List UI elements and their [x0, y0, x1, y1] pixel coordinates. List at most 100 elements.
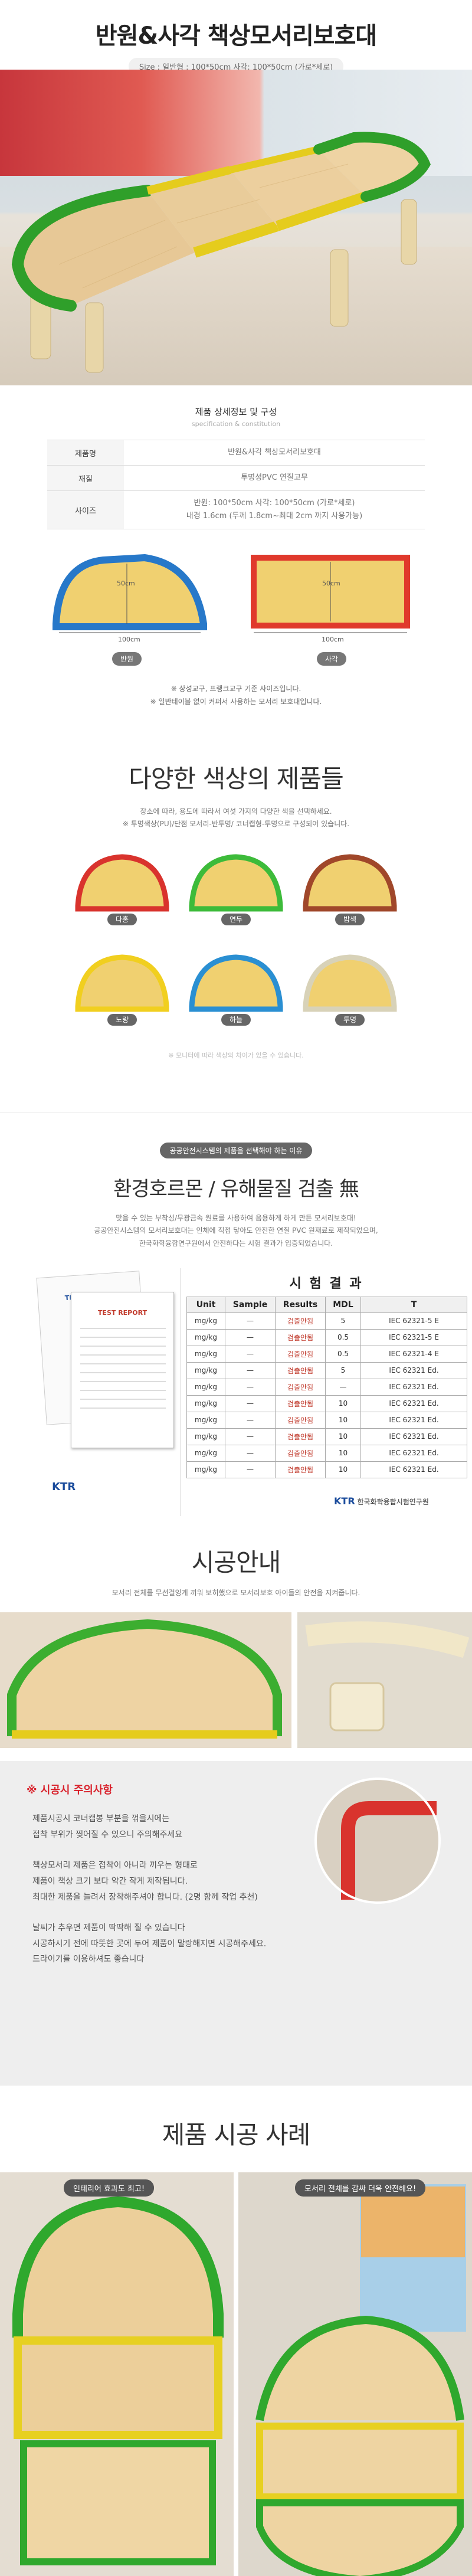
cell: 검출안됨	[275, 1444, 326, 1462]
case-caption-right: 모서리 전체를 감싸 더욱 안전해요!	[295, 2179, 426, 2197]
table-row: mg/kg — 검출안됨 10 IEC 62321 Ed.	[186, 1428, 467, 1445]
table-row: mg/kg — 검출안됨 0.5 IEC 62321-5 E	[186, 1328, 467, 1346]
spec-value: 반원: 100*50cm 사각: 100*50cm (가로*세로) 내경 1.6…	[124, 490, 425, 530]
cell: —	[225, 1378, 276, 1396]
hero-photo	[0, 70, 472, 385]
case-caption-left: 인테리어 효과도 최고!	[64, 2179, 155, 2197]
column-header: MDL	[325, 1296, 361, 1313]
color-label: 다홍	[107, 913, 137, 925]
spec-table: 제품명 반원&사각 책상모서리보호대 재질 투명성PVC 연질고무 사이즈 반원…	[47, 439, 425, 530]
color-swatch-yellow: 노랑	[66, 950, 178, 1030]
case-photos: 인테리어 효과도 최고! 모서리 전체를 감싸 더욱 안전해요!	[0, 2172, 472, 2576]
shape-diagrams: 50cm 100cm 50cm 100cm 반원 사각	[0, 529, 472, 683]
cell: 10	[325, 1395, 361, 1412]
table-row: mg/kg — 검출안됨 10 IEC 62321 Ed.	[186, 1444, 467, 1462]
rect-width-label: 100cm	[322, 636, 344, 644]
cell: mg/kg	[186, 1328, 225, 1346]
cell: 5	[325, 1361, 361, 1379]
caution-section: ※ 시공시 주의사항 제품시공시 코너캡봉 부분을 꺾을시에는 접착 부위가 찢…	[0, 1761, 472, 2086]
result-title: 시 험 결 과	[289, 1276, 363, 1291]
header: 반원&사각 책상모서리보호대 Size : 일반형 : 100*50cm 사각:…	[0, 0, 472, 75]
color-swatch-red: 다홍	[66, 850, 178, 929]
caution-line: 드라이기를 이용하셔도 좋습니다	[32, 1955, 145, 1965]
cell: IEC 62321-5 E	[360, 1312, 467, 1330]
report-doc-lines	[80, 1328, 166, 1409]
half-height-label: 50cm	[117, 580, 135, 588]
spec-key: 재질	[47, 465, 124, 492]
cell: 10	[325, 1444, 361, 1462]
cell: 검출안됨	[275, 1461, 326, 1478]
caution-line: 제품이 책상 크기 보다 약간 작게 제작됩니다.	[32, 1876, 188, 1886]
caution-line: 날씨가 추우면 제품이 딱딱해 질 수 있습니다	[32, 1923, 185, 1933]
column-header: T	[360, 1296, 467, 1313]
cell: mg/kg	[186, 1395, 225, 1412]
install-photos	[0, 1612, 472, 1749]
cell: mg/kg	[186, 1361, 225, 1379]
cell: —	[225, 1345, 276, 1363]
cell: 검출안됨	[275, 1411, 326, 1429]
color-foot-note: ※ 모니터에 따라 색상의 차이가 있을 수 있습니다.	[168, 1051, 304, 1059]
cell: mg/kg	[186, 1378, 225, 1396]
column-header: Sample	[225, 1296, 276, 1313]
install-heading: 시공안내	[191, 1547, 281, 1577]
spec-size-line-1: 반원: 100*50cm 사각: 100*50cm (가로*세로)	[194, 499, 355, 508]
cell: —	[225, 1411, 276, 1429]
cell: mg/kg	[186, 1461, 225, 1478]
ktr-logo-small: KTR	[52, 1480, 76, 1493]
rect-height-label: 50cm	[322, 580, 340, 588]
cell: 0.5	[325, 1328, 361, 1346]
cell: mg/kg	[186, 1345, 225, 1363]
cell: 검출안됨	[275, 1395, 326, 1412]
cell: 10	[325, 1428, 361, 1445]
cert-desc-line: 공공안전시스템의 모서리보호대는 인체에 직접 닿아도 안전한 연질 PVC 원…	[94, 1226, 378, 1235]
install-photo-illustrations	[0, 1612, 472, 1749]
cell: 검출안됨	[275, 1328, 326, 1346]
spec-value: 반원&사각 책상모서리보호대	[124, 439, 425, 466]
color-swatch-clear: 투명	[294, 950, 406, 1030]
cell: —	[225, 1395, 276, 1412]
column-header: Results	[275, 1296, 326, 1313]
cert-desc: 맞을 수 있는 부착성/무광금속 원료를 사용하여 음용하게 하게 만든 모서리…	[0, 1212, 472, 1251]
caution-line: 접착 부위가 찢어질 수 있으니 주의해주세요	[32, 1829, 183, 1839]
cell: IEC 62321 Ed.	[360, 1444, 467, 1462]
spec-subtitle: specification & constitution	[191, 420, 281, 428]
spec-value: 투명성PVC 연질고무	[124, 465, 425, 492]
table-row: mg/kg — 검출안됨 5 IEC 62321-5 E	[186, 1312, 467, 1330]
cell: 검출안됨	[275, 1312, 326, 1330]
spec-note: ※ 상성교구, 프랭크교구 기준 사이즈입니다.	[171, 685, 301, 693]
spec-key: 제품명	[47, 439, 124, 466]
cell: mg/kg	[186, 1312, 225, 1330]
result-panel: 시 험 결 과 Unit Sample Results MDL T mg/kg —…	[180, 1268, 472, 1516]
cell: 검출안됨	[275, 1361, 326, 1379]
cell: 5	[325, 1312, 361, 1330]
ktr-org-name: 한국화학융합시험연구원	[357, 1497, 429, 1506]
table-row: 재질 투명성PVC 연질고무	[47, 465, 425, 492]
column-header: Unit	[186, 1296, 225, 1313]
cert-heading: 환경호르몬 / 유해물질 검출 無	[113, 1177, 359, 1201]
color-label: 연두	[221, 913, 251, 925]
caution-text: 제품시공시 코너캡봉 부분을 꺾을시에는 접착 부위가 찢어질 수 있으니 주의…	[32, 1811, 304, 1968]
cell: —	[225, 1312, 276, 1330]
install-desc: 모서리 전체를 무선걸잉게 끼워 보히했으로 모서리보호 아이들의 안전을 지켜…	[112, 1588, 360, 1597]
half-width-label: 100cm	[118, 636, 140, 644]
cell: IEC 62321 Ed.	[360, 1461, 467, 1478]
colors-desc-line: ※ 투명색상(PU)/단점 모서리-반투명/ 코너캡형-투명으로 구성되어 있습…	[122, 820, 350, 829]
table-row: mg/kg — 검출안됨 — IEC 62321 Ed.	[186, 1378, 467, 1396]
cert-desc-line: 맞을 수 있는 부착성/무광금속 원료를 사용하여 음용하게 하게 만든 모서리…	[116, 1213, 356, 1222]
cert-reason-pill: 공공안전시스템의 제품을 선택해야 하는 이유	[160, 1142, 312, 1158]
cell: mg/kg	[186, 1444, 225, 1462]
certificate-images: TEST REPORT TEST REPORT KTR 시 험 결 과 Unit	[0, 1268, 472, 1516]
cell: 검출안됨	[275, 1378, 326, 1396]
result-table: Unit Sample Results MDL T mg/kg — 검출안됨 5 IEC…	[186, 1296, 467, 1478]
cell: IEC 62321-4 E	[360, 1345, 467, 1363]
caution-line: 제품시공시 코너캡봉 부분을 꺾을시에는	[32, 1814, 170, 1824]
product-detail-page: 반원&사각 책상모서리보호대 Size : 일반형 : 100*50cm 사각:…	[0, 0, 472, 2576]
cell: —	[225, 1428, 276, 1445]
caution-line: 책상모서리 제품은 접착이 아니라 끼우는 형태로	[32, 1861, 198, 1871]
color-label: 밤색	[335, 913, 365, 925]
cell: 검출안됨	[275, 1345, 326, 1363]
spec-note: ※ 일반테이블 없이 커퍼서 사용하는 모서리 보호대입니다.	[150, 697, 322, 706]
color-label: 노랑	[107, 1013, 137, 1026]
color-swatch-skyblue: 하늘	[180, 950, 292, 1030]
color-label: 투명	[335, 1013, 365, 1026]
